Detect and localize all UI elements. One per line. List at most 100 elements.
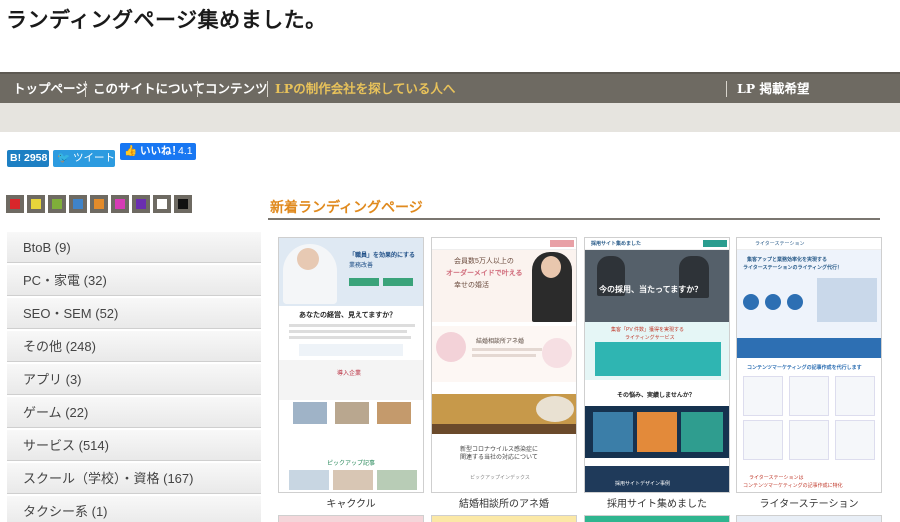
text-line [472,348,542,351]
thumbnail-image [377,402,411,424]
feature-box [835,376,875,416]
nav-divider [197,81,198,97]
color-swatch-black[interactable] [174,195,192,213]
lp-card-title[interactable]: キャククル [278,495,424,510]
category-item-btob[interactable]: BtoB (9) [7,232,261,263]
card-hero-text: 今の採用、当たってますか？ [599,285,703,294]
lp-card[interactable] [278,515,424,522]
category-item-app[interactable]: アプリ (3) [7,364,261,395]
feature-icon [787,294,803,310]
card-footer-text: 関連する当社の対応について [460,455,538,461]
cta-button-image [703,240,727,247]
lp-card[interactable]: 会員数5万人以上の オーダーメイドで叶える 幸せの婚活 結婚相談所アネ婚 新型コ… [431,237,577,493]
nav-item-top[interactable]: トップページ [13,74,88,103]
like-label: いいね！ [140,145,182,157]
feature-box [835,420,875,460]
color-swatch-white[interactable] [153,195,171,213]
card-footer-text: コンテンツマーケティングの記事作成に特化 [743,483,843,489]
feature-box [789,420,829,460]
nav-item-about[interactable]: このサイトについて [93,74,205,103]
lp-card[interactable]: 採用サイト集めました 今の採用、当たってますか？ 集客「PV 件数」獲得を実現す… [584,237,730,493]
nav-item-lp-agency[interactable]: LPの制作会社を探している人へ [275,74,455,103]
color-chip [73,199,83,209]
card-hero-text: オーダーメイドで叶える [446,270,523,277]
color-chip [10,199,20,209]
color-swatch-blue[interactable] [69,195,87,213]
category-item-taxi[interactable]: タクシー系 (1) [7,496,261,522]
tweet-label: ツイート [73,152,115,164]
color-swatch-yellow[interactable] [27,195,45,213]
flower-image [542,338,572,368]
feature-box [743,376,783,416]
lp-card[interactable] [431,515,577,522]
section-title: 新着ランディングページ [270,200,423,216]
doctor-face [297,248,319,270]
content-block [299,344,403,356]
category-item-service[interactable]: サービス (514) [7,430,261,461]
color-chip [52,199,62,209]
color-swatch-orange[interactable] [90,195,108,213]
card-heading: 結婚相談所アネ婚 [476,339,525,345]
section-divider [268,218,880,220]
thumbnail-image [293,402,327,424]
category-item-seo[interactable]: SEO・SEM (52) [7,298,261,329]
category-item-pc[interactable]: PC・家電 (32) [7,265,261,296]
color-chip [31,199,41,209]
thumbnail-image [289,470,329,490]
lp-card-title[interactable]: 結婚相談所のアネ婚 [431,495,577,510]
color-swatch-green[interactable] [48,195,66,213]
card-hero-text: 集客アップと業務効率化を実現する [747,257,828,263]
lp-card[interactable]: ライターステーション 集客アップと業務効率化を実現する ライターステーションのラ… [736,237,882,493]
color-chip [157,199,167,209]
lp-card[interactable]: 「職員」を効果的にする 業務改善 あなたの経営、見えてますか？ 導入企業 ピック… [278,237,424,493]
category-item-school[interactable]: スクール（学校）・資格 (167) [7,463,261,494]
color-chip [136,199,146,209]
thumbnail-image [377,470,417,490]
nav-divider [726,81,727,97]
card-brand: 採用サイト集めました [591,241,642,247]
thumbnail-image [593,412,633,452]
lp-card-title[interactable]: 採用サイト集めました [584,495,730,510]
main-nav: トップページ このサイトについて コンテンツ LPの制作会社を探している人へ L… [0,72,900,103]
category-item-game[interactable]: ゲーム (22) [7,397,261,428]
feature-box [789,376,829,416]
card-hero-text: 会員数5万人以上の [454,258,514,265]
hatena-bookmark-button[interactable]: B! 2958 [7,150,49,167]
color-swatch-purple[interactable] [132,195,150,213]
banner-image [737,338,881,358]
wedding-image [536,396,574,422]
cta-button-image [550,240,574,247]
banner-image [432,424,576,434]
color-chip [115,199,125,209]
color-swatch-pink[interactable] [111,195,129,213]
site-title[interactable]: ランディングページ集めました。 [6,4,327,34]
color-swatch-red[interactable] [6,195,24,213]
lp-card-title[interactable]: ライターステーション [736,495,882,510]
text-line [472,354,536,357]
thumbnail-image [333,470,373,490]
text-line [289,330,407,333]
nav-item-contents[interactable]: コンテンツ [205,74,268,103]
sub-bar [0,103,900,132]
nav-divider [85,81,86,97]
card-banner-text: 集客「PV 件数」獲得を実現する [611,327,685,333]
color-chip [94,199,104,209]
thumbnail-image [335,402,369,424]
cta-button-image [349,278,379,286]
flower-image [436,332,466,362]
lp-card[interactable] [736,515,882,522]
card-hero-text: 業務改善 [349,263,374,269]
feature-icon [765,294,781,310]
tweet-button[interactable]: 🐦 ツイート [53,150,115,167]
category-item-other[interactable]: その他 (248) [7,331,261,362]
card-hero-text: 「職員」を効果的にする [349,253,416,259]
thumbs-up-icon: 👍 [124,145,140,157]
text-line [289,336,411,339]
nav-item-lp-listing[interactable]: LP 掲載希望 [737,74,810,103]
lp-card[interactable] [584,515,730,522]
feature-box [743,420,783,460]
content-block [279,360,423,400]
card-footer-text: ライターステーションは [749,475,804,481]
illustration-image [817,278,877,322]
card-section-label: ピックアップ記事 [327,461,376,467]
